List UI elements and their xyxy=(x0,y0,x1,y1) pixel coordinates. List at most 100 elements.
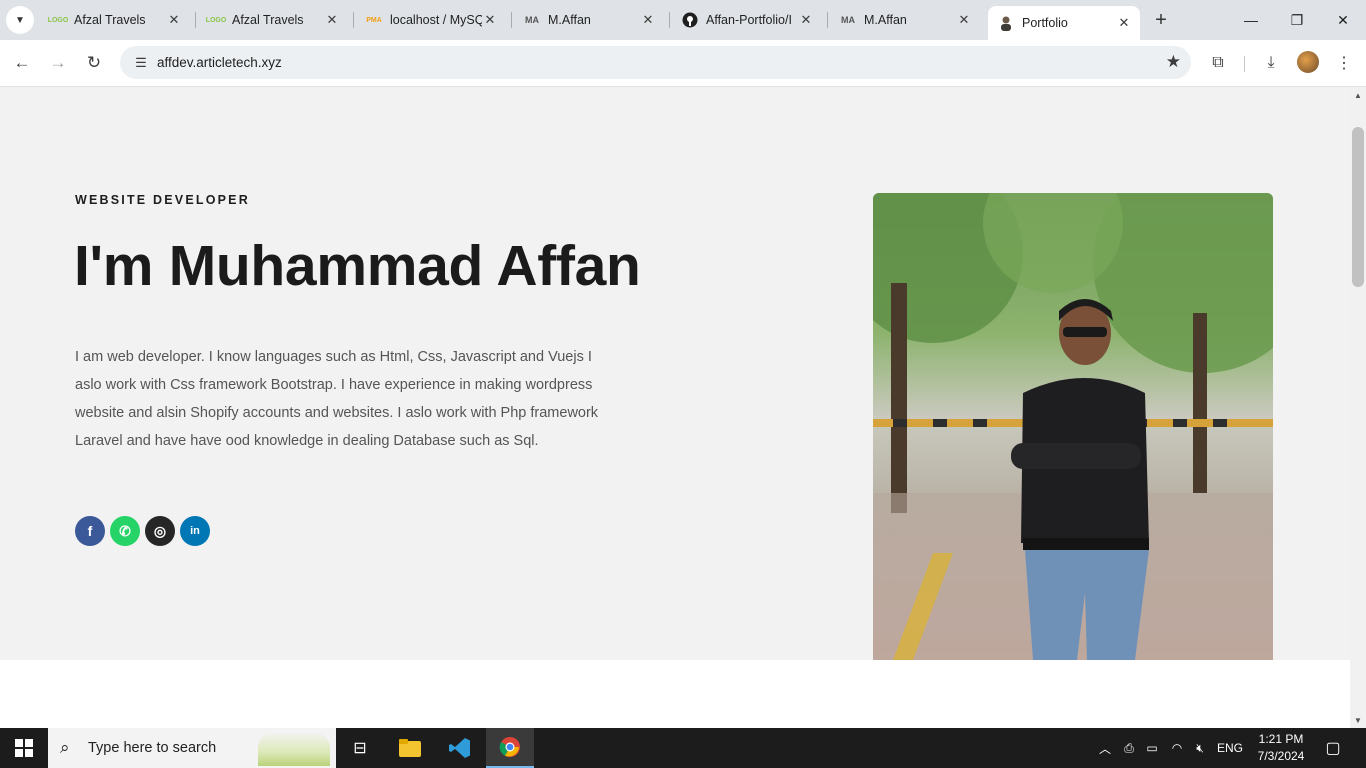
system-clock[interactable]: 1:21 PM 7/3/2024 xyxy=(1250,731,1312,765)
linkedin-button[interactable]: in xyxy=(180,516,210,546)
logo-text-icon: LOGO xyxy=(205,16,227,24)
hero-eyebrow: WEBSITE DEVELOPER xyxy=(75,193,250,207)
hero-section: WEBSITE DEVELOPER I'm Muhammad Affan I a… xyxy=(0,87,1350,660)
chrome-icon xyxy=(499,737,520,757)
reload-icon: ↻ xyxy=(86,53,102,72)
close-icon[interactable]: ✕ xyxy=(482,12,498,28)
tab-afzal-travels-1[interactable]: LOGO Afzal Travels ✕ xyxy=(40,6,190,34)
bookmark-star-icon[interactable]: ★ xyxy=(1166,52,1181,72)
close-icon: ✕ xyxy=(1337,11,1349,28)
ma-logo-icon: MA xyxy=(841,15,855,25)
arrow-left-icon: ← xyxy=(13,53,31,72)
site-settings-icon[interactable]: ☰ xyxy=(128,50,154,76)
battery-icon: ▭ xyxy=(1146,741,1158,755)
chevron-down-icon: ▼ xyxy=(15,14,25,26)
search-highlight-image xyxy=(258,732,330,766)
chrome-button[interactable] xyxy=(486,728,534,768)
tray-volume-icon[interactable]: 🔇︎ xyxy=(1191,728,1209,768)
language-indicator[interactable]: ENG xyxy=(1215,728,1245,768)
windows-taskbar: ⌕ Type here to search ⊟ ︿ ⎙ ▭ ◠ 🔇︎ ENG 1… xyxy=(0,728,1366,768)
whatsapp-button[interactable]: ✆ xyxy=(110,516,140,546)
taskbar-search[interactable]: ⌕ Type here to search xyxy=(48,728,336,768)
profile-avatar[interactable] xyxy=(1297,51,1319,73)
scroll-up-icon[interactable]: ▲ xyxy=(1350,89,1366,101)
tab-phpmyadmin[interactable]: PMA localhost / MySQL ✕ xyxy=(356,6,506,34)
tab-m-affan-1[interactable]: MA M.Affan ✕ xyxy=(514,6,664,34)
minimize-icon: — xyxy=(1244,12,1258,28)
menu-button[interactable]: ⋮ xyxy=(1331,50,1357,76)
search-placeholder: Type here to search xyxy=(88,740,217,756)
tray-network-icon[interactable]: ◠ xyxy=(1168,728,1186,768)
url-text[interactable]: affdev.articletech.xyz xyxy=(157,55,282,70)
tab-title: Afzal Travels xyxy=(74,13,146,27)
arrow-right-icon: → xyxy=(49,53,67,72)
browser-toolbar: ← → ↻ ☰ affdev.articletech.xyz ★ ⧉ ⤓ ⋮ xyxy=(0,40,1366,87)
close-icon[interactable]: ✕ xyxy=(324,12,340,28)
tab-title: Affan-Portfolio/I xyxy=(706,13,792,27)
tab-divider xyxy=(195,12,196,28)
tab-title: Portfolio xyxy=(1022,16,1068,30)
chevron-up-icon: ︿ xyxy=(1098,741,1111,756)
facebook-icon: f xyxy=(87,523,93,539)
notifications-button[interactable]: ▢ xyxy=(1320,728,1346,768)
hero-headline: I'm Muhammad Affan xyxy=(74,234,641,298)
downloads-button[interactable]: ⤓ xyxy=(1258,50,1284,76)
person-icon xyxy=(998,15,1014,31)
start-button[interactable] xyxy=(0,728,48,768)
vscode-icon xyxy=(449,738,470,758)
tab-afzal-travels-2[interactable]: LOGO Afzal Travels ✕ xyxy=(198,6,348,34)
ma-logo-icon: MA xyxy=(525,15,539,25)
tab-m-affan-2[interactable]: MA M.Affan ✕ xyxy=(830,6,980,34)
tab-title: M.Affan xyxy=(864,13,907,27)
back-button[interactable]: ← xyxy=(8,49,36,77)
close-icon[interactable]: ✕ xyxy=(166,12,182,28)
instagram-icon: ◎ xyxy=(153,522,167,539)
plus-icon: + xyxy=(1155,8,1167,31)
close-icon[interactable]: ✕ xyxy=(798,12,814,28)
windows-logo-icon xyxy=(15,739,33,757)
tab-divider xyxy=(669,12,670,28)
minimize-button[interactable]: — xyxy=(1228,0,1274,40)
speaker-muted-icon: 🔇︎ xyxy=(1196,740,1204,755)
profile-photo xyxy=(873,193,1273,660)
reload-button[interactable]: ↻ xyxy=(80,49,108,77)
vertical-scrollbar[interactable]: ▲ ▼ xyxy=(1350,87,1366,728)
tab-divider xyxy=(827,12,828,28)
scrollbar-thumb[interactable] xyxy=(1352,127,1364,287)
close-window-button[interactable]: ✕ xyxy=(1320,0,1366,40)
hero-bio: I am web developer. I know languages suc… xyxy=(75,349,599,449)
tray-meet-icon[interactable]: ⎙ xyxy=(1120,728,1138,768)
address-bar[interactable]: ☰ affdev.articletech.xyz ★ xyxy=(120,46,1191,79)
tab-divider xyxy=(511,12,512,28)
clock-time: 1:21 PM xyxy=(1258,732,1304,746)
scroll-down-icon[interactable]: ▼ xyxy=(1350,714,1366,726)
tab-search-button[interactable]: ▼ xyxy=(6,6,34,34)
tab-title: M.Affan xyxy=(548,13,591,27)
vscode-button[interactable] xyxy=(436,728,484,768)
instagram-button[interactable]: ◎ xyxy=(145,516,175,546)
tray-battery-icon[interactable]: ▭ xyxy=(1143,728,1161,768)
extensions-button[interactable]: ⧉ xyxy=(1205,50,1231,76)
whatsapp-icon: ✆ xyxy=(119,522,131,539)
forward-button[interactable]: → xyxy=(44,49,72,77)
tray-overflow-button[interactable]: ︿ xyxy=(1096,728,1114,768)
folder-icon xyxy=(399,739,421,757)
close-icon[interactable]: ✕ xyxy=(640,12,656,28)
linkedin-icon: in xyxy=(190,525,200,537)
task-view-button[interactable]: ⊟ xyxy=(336,728,384,768)
close-icon[interactable]: ✕ xyxy=(1116,15,1132,31)
restore-button[interactable]: ❐ xyxy=(1274,0,1320,40)
tab-github[interactable]: Affan-Portfolio/I ✕ xyxy=(672,6,822,34)
toolbar-divider xyxy=(1244,56,1245,72)
tab-divider xyxy=(353,12,354,28)
file-explorer-button[interactable] xyxy=(386,728,434,768)
tab-portfolio[interactable]: Portfolio ✕ xyxy=(988,6,1140,40)
new-tab-button[interactable]: + xyxy=(1150,9,1172,31)
github-icon xyxy=(682,12,698,28)
kebab-menu-icon: ⋮ xyxy=(1336,55,1352,72)
download-icon: ⤓ xyxy=(1267,54,1275,71)
puzzle-icon: ⧉ xyxy=(1212,54,1224,71)
close-icon[interactable]: ✕ xyxy=(956,12,972,28)
facebook-button[interactable]: f xyxy=(75,516,105,546)
tab-title: Afzal Travels xyxy=(232,13,304,27)
